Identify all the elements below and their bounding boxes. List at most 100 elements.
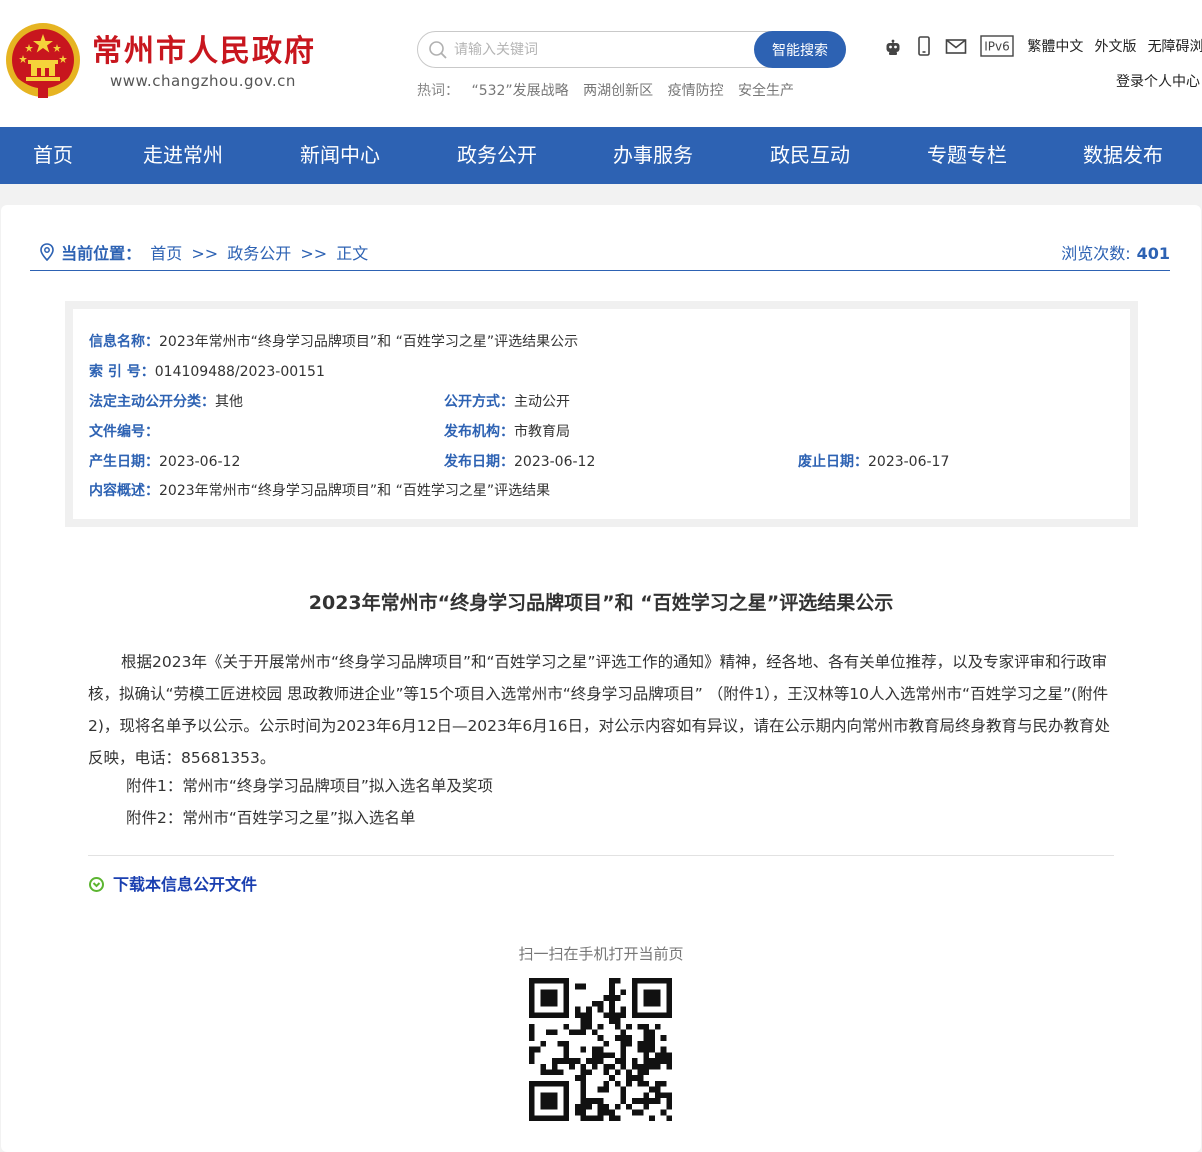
qr-module xyxy=(591,1029,598,1036)
qr-module xyxy=(660,1058,667,1064)
nav-item-gov-affairs[interactable]: 政务公开 xyxy=(457,127,537,184)
qr-module xyxy=(534,1080,541,1087)
qr-module xyxy=(643,1052,650,1059)
nav-item-services[interactable]: 办事服务 xyxy=(613,127,693,184)
qr-module xyxy=(529,1029,535,1036)
qr-module xyxy=(654,1092,661,1099)
qr-module xyxy=(540,1063,547,1070)
qr-module xyxy=(614,1023,621,1030)
attachment-link-2[interactable]: 附件2：常州市“百姓学习之星”拟入选名单 xyxy=(126,806,415,828)
hot-word-link[interactable]: 安全生产 xyxy=(738,83,794,99)
qr-module xyxy=(529,983,535,990)
info-org-row: 发布机构：市教育局 xyxy=(444,421,570,441)
qr-module xyxy=(551,1063,558,1070)
qr-module xyxy=(631,995,638,1001)
hot-word-link[interactable]: 两湖创新区 xyxy=(583,83,653,99)
qr-module xyxy=(551,989,558,996)
qr-module xyxy=(574,1029,581,1036)
qr-module xyxy=(540,1115,547,1121)
qr-module xyxy=(631,1012,638,1019)
qr-module xyxy=(580,1103,587,1110)
mail-icon[interactable] xyxy=(945,36,967,56)
nav-item-data[interactable]: 数据发布 xyxy=(1083,127,1163,184)
qr-module xyxy=(643,1103,650,1110)
qr-module xyxy=(649,989,655,996)
qr-module xyxy=(631,983,638,990)
qr-module xyxy=(563,1109,570,1116)
nav-item-news[interactable]: 新闻中心 xyxy=(300,127,380,184)
site-url[interactable]: www.changzhou.gov.cn xyxy=(110,72,296,90)
info-expired-label: 废止日期： xyxy=(798,454,868,470)
qr-module xyxy=(649,1012,655,1019)
breadcrumb-separator: >> xyxy=(191,244,219,263)
search-input[interactable] xyxy=(454,33,754,66)
attachment-link-1[interactable]: 附件1：常州市“终身学习品牌项目”拟入选名单及奖项 xyxy=(126,774,493,796)
robot-icon[interactable] xyxy=(883,36,903,56)
qr-module xyxy=(540,995,547,1001)
hot-word-link[interactable]: “532”发展战略 xyxy=(471,83,568,99)
smart-search-button[interactable]: 智能搜索 xyxy=(754,31,846,68)
login-link[interactable]: 登录个人中心 xyxy=(1116,71,1200,91)
qr-module xyxy=(546,1115,552,1121)
accessibility-link[interactable]: 无障碍浏览 xyxy=(1148,36,1202,56)
download-link[interactable]: 下载本信息公开文件 xyxy=(88,871,257,895)
national-emblem-icon[interactable] xyxy=(4,20,82,102)
qr-module xyxy=(643,1035,650,1041)
qr-module xyxy=(631,1006,638,1013)
traditional-chinese-link[interactable]: 繁體中文 xyxy=(1027,36,1083,56)
qr-module xyxy=(540,1040,547,1047)
qr-module xyxy=(626,1075,632,1081)
qr-module xyxy=(597,1052,604,1059)
article-body: 根据2023年《关于开展常州市“终身学习品牌项目”和“百姓学习之星”评选工作的通… xyxy=(88,653,1110,767)
nav-item-topics[interactable]: 专题专栏 xyxy=(927,127,1007,184)
qr-module xyxy=(649,1035,655,1041)
qr-module xyxy=(649,1029,655,1036)
info-summary-row: 内容概述：2023年常州市“终身学习品牌项目”和 “百姓学习之星”评选结果 xyxy=(89,480,550,500)
qr-module xyxy=(666,1006,672,1013)
qr-module xyxy=(563,1052,570,1059)
qr-module xyxy=(529,1023,535,1030)
qr-module xyxy=(597,1058,604,1064)
qr-module xyxy=(643,989,650,996)
qr-module xyxy=(563,1006,570,1013)
site-title[interactable]: 常州市人民政府 xyxy=(92,34,316,70)
qr-module xyxy=(643,1040,650,1047)
nav-item-about[interactable]: 走进常州 xyxy=(143,127,223,184)
qr-module xyxy=(586,1023,592,1030)
qr-module xyxy=(649,1098,655,1104)
qr-module xyxy=(666,1063,672,1070)
svg-text:IPv6: IPv6 xyxy=(985,40,1011,54)
ipv6-icon[interactable]: IPv6 xyxy=(980,35,1014,57)
qr-module xyxy=(529,1080,535,1087)
qr-module xyxy=(597,1046,604,1053)
mobile-icon[interactable] xyxy=(916,36,932,56)
nav-item-home[interactable]: 首页 xyxy=(33,127,73,184)
qr-module xyxy=(591,1052,598,1059)
qr-module xyxy=(609,989,615,996)
qr-module xyxy=(540,1012,547,1019)
qr-module xyxy=(637,1075,644,1081)
qr-module xyxy=(620,1012,627,1019)
qr-module xyxy=(631,1075,638,1081)
breadcrumb-gov-affairs[interactable]: 政务公开 xyxy=(227,244,291,263)
view-count-value: 401 xyxy=(1136,244,1170,263)
qr-module xyxy=(563,1012,570,1019)
qr-module xyxy=(603,1063,610,1070)
qr-module xyxy=(580,1092,587,1099)
qr-module xyxy=(534,978,541,984)
download-label[interactable]: 下载本信息公开文件 xyxy=(113,875,257,894)
qr-module xyxy=(637,1063,644,1070)
qr-module xyxy=(654,1023,661,1030)
qr-module xyxy=(580,1063,587,1070)
foreign-language-link[interactable]: 外文版 xyxy=(1094,36,1136,56)
nav-item-interaction[interactable]: 政民互动 xyxy=(770,127,850,184)
qr-module xyxy=(586,1018,592,1024)
qr-module xyxy=(546,1098,552,1104)
breadcrumb-home[interactable]: 首页 xyxy=(150,244,182,263)
qr-module xyxy=(626,1069,632,1076)
hot-word-link[interactable]: 疫情防控 xyxy=(668,83,724,99)
qr-module xyxy=(540,1000,547,1007)
qr-module xyxy=(666,1000,672,1007)
qr-module xyxy=(660,1092,667,1099)
qr-module xyxy=(637,1069,644,1076)
